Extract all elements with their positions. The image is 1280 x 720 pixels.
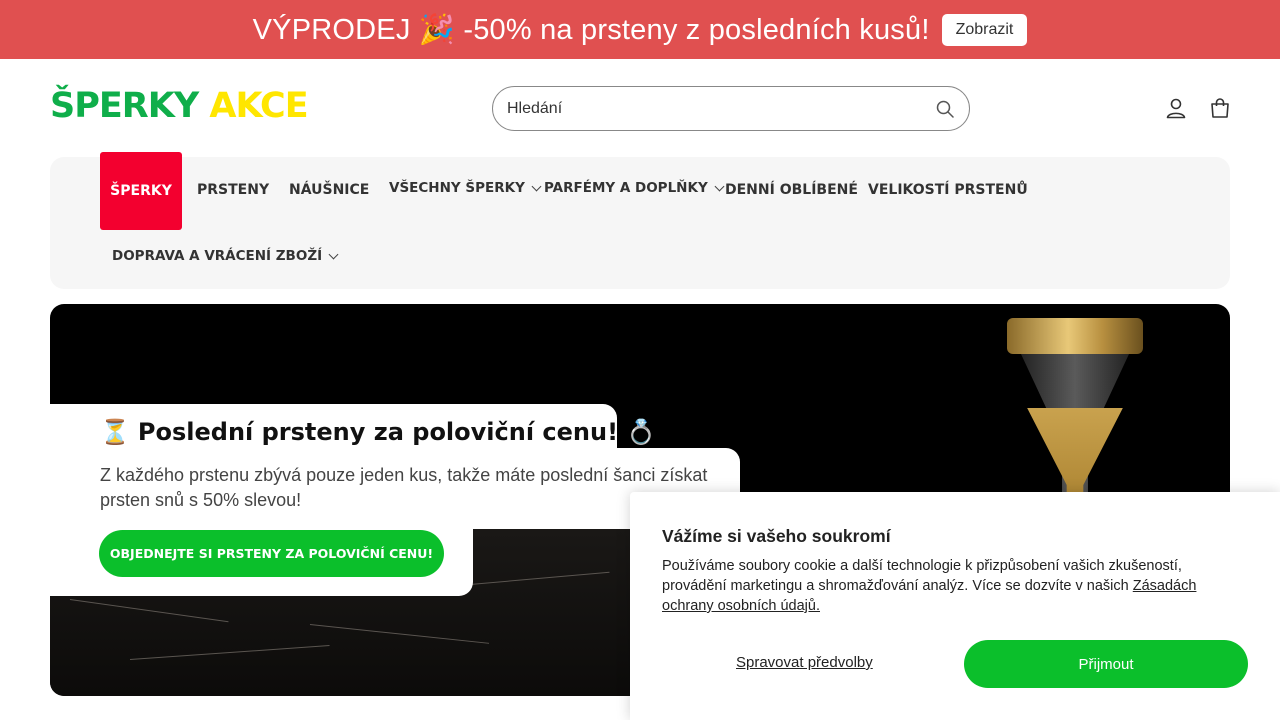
nav-item-denni-oblibene[interactable]: DENNÍ OBLÍBENÉ <box>725 182 858 198</box>
nav-item-label: PRSTENY <box>197 182 270 198</box>
hero-description: Z každého prstenu zbývá pouze jeden kus,… <box>100 465 708 510</box>
hero-title-text: Poslední prsteny za poloviční cenu! <box>137 418 619 446</box>
nav-item-sperky[interactable]: ŠPERKY <box>100 152 182 230</box>
search-box <box>492 86 970 131</box>
site-logo[interactable]: ŠPERKY AKCE <box>50 86 309 126</box>
search-input[interactable] <box>507 99 935 118</box>
chevron-down-icon <box>328 249 339 259</box>
cookie-title: Vážíme si vašeho soukromí <box>662 526 891 546</box>
hourglass-image <box>1005 318 1145 518</box>
nav-item-label: VELIKOSTÍ PRSTENŮ <box>868 182 1028 198</box>
logo-part-2: AKCE <box>209 86 308 126</box>
nav-item-prsteny[interactable]: PRSTENY <box>197 182 269 198</box>
announcement-bar: VÝPRODEJ 🎉 -50% na prsteny z posledních … <box>0 0 1280 59</box>
cookie-consent-panel: Vážíme si vašeho soukromí Používáme soub… <box>630 492 1280 720</box>
hero-cta-button[interactable]: OBJEDNEJTE SI PRSTENY ZA POLOVIČNÍ CENU! <box>99 530 444 577</box>
nav-item-label: ŠPERKY <box>110 183 172 199</box>
main-nav <box>50 157 1230 289</box>
manage-preferences-link[interactable]: Spravovat předvolby <box>736 654 873 671</box>
floor-crack <box>469 571 610 585</box>
cookie-body-text: Používáme soubory cookie a další technol… <box>662 558 1182 594</box>
hero-title: ⏳ Poslední prsteny za poloviční cenu! 💍 <box>100 418 656 446</box>
announcement-text: VÝPRODEJ 🎉 -50% na prsteny z posledních … <box>252 13 930 46</box>
nav-item-velikosti-prstenu[interactable]: VELIKOSTÍ PRSTENŮ <box>868 182 1028 198</box>
cart-icon[interactable] <box>1208 96 1232 120</box>
search-icon[interactable] <box>935 99 955 119</box>
announcement-show-button[interactable]: Zobrazit <box>941 13 1028 46</box>
logo-part-1: ŠPERKY <box>50 86 199 126</box>
nav-item-doprava-a-vraceni[interactable]: DOPRAVA A VRÁCENÍ ZBOŽÍ <box>112 248 339 264</box>
nav-item-label: DOPRAVA A VRÁCENÍ ZBOŽÍ <box>112 248 323 264</box>
ring-emoji-icon: 💍 <box>626 418 656 446</box>
nav-item-label: PARFÉMY A DOPLŇKY <box>544 180 708 196</box>
nav-item-vsechny-sperky[interactable]: VŠECHNY ŠPERKY <box>389 180 542 196</box>
nav-item-label: VŠECHNY ŠPERKY <box>389 180 525 196</box>
account-icon[interactable] <box>1164 96 1188 120</box>
chevron-down-icon <box>531 181 542 191</box>
floor-crack <box>69 599 229 623</box>
chevron-down-icon <box>714 181 725 191</box>
floor-crack <box>129 645 330 660</box>
nav-item-label: NÁUŠNICE <box>289 182 370 198</box>
cookie-body: Používáme soubory cookie a další technol… <box>662 556 1242 616</box>
nav-item-label: DENNÍ OBLÍBENÉ <box>725 182 858 198</box>
nav-item-parfemy-a-doplnky[interactable]: PARFÉMY A DOPLŇKY <box>544 180 725 196</box>
nav-item-nausnice[interactable]: NÁUŠNICE <box>289 182 369 198</box>
hourglass-emoji-icon: ⏳ <box>100 418 130 446</box>
hourglass-cap <box>1007 318 1143 354</box>
accept-cookies-button[interactable]: Přijmout <box>964 640 1248 688</box>
floor-crack <box>309 624 490 644</box>
